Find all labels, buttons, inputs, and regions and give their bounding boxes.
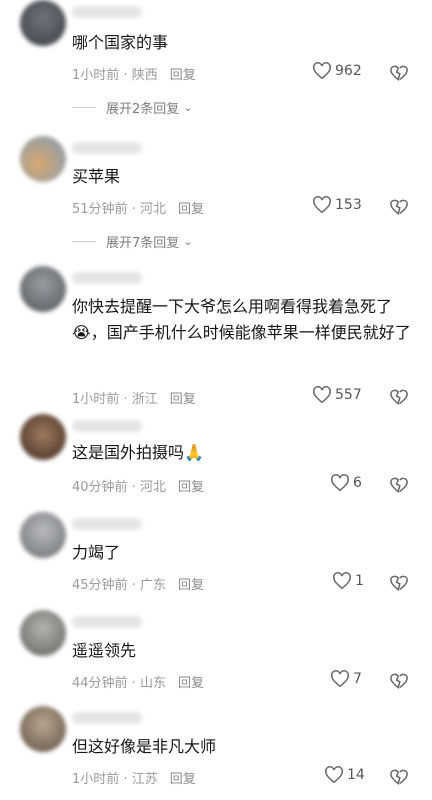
reply-button[interactable]: 回复 <box>178 202 204 217</box>
comment-text: 这是国外拍摄吗🙏 <box>72 443 204 462</box>
comment-text: 买苹果 <box>72 167 121 186</box>
avatar[interactable] <box>20 0 66 46</box>
avatar[interactable] <box>20 266 66 312</box>
reply-button[interactable]: 回复 <box>170 68 196 83</box>
meta-separator: · <box>127 480 140 495</box>
meta-separator: · <box>127 578 140 593</box>
heart-icon <box>313 196 331 214</box>
username[interactable] <box>72 616 142 628</box>
like-button[interactable]: 6 <box>330 474 362 492</box>
divider-line <box>72 107 96 108</box>
comment-text: 哪个国家的事 <box>72 33 169 52</box>
expand-replies-button[interactable]: 展开2条回复 ⌄ <box>72 98 193 117</box>
dislike-icon[interactable] <box>389 574 409 592</box>
avatar[interactable] <box>20 610 66 656</box>
like-count: 557 <box>335 387 362 403</box>
comment-text: 力竭了 <box>72 543 121 562</box>
like-button[interactable]: 962 <box>312 62 362 80</box>
comment-time: 44分钟前 <box>72 676 128 691</box>
expand-replies-button[interactable]: 展开7条回复 ⌄ <box>72 232 193 251</box>
comment-text: 但这好像是非凡大师 <box>72 737 217 756</box>
reply-button[interactable]: 回复 <box>178 480 204 495</box>
divider-line <box>72 241 96 242</box>
like-count: 1 <box>355 573 364 589</box>
comment-meta: 40分钟前 · 河北 回复 <box>72 476 204 495</box>
like-button[interactable]: 7 <box>330 670 362 688</box>
like-count: 6 <box>353 475 362 491</box>
like-button[interactable]: 557 <box>312 386 362 404</box>
like-button[interactable]: 14 <box>324 766 365 784</box>
comment-time: 51分钟前 <box>72 202 128 217</box>
avatar[interactable] <box>20 414 66 460</box>
dislike-icon[interactable] <box>389 476 409 494</box>
heart-icon <box>313 386 331 404</box>
heart-icon <box>331 474 349 492</box>
username[interactable] <box>72 272 142 284</box>
heart-icon <box>333 572 351 590</box>
like-count: 7 <box>353 671 362 687</box>
dislike-icon[interactable] <box>389 768 409 786</box>
comment-time: 45分钟前 <box>72 578 128 593</box>
dislike-icon[interactable] <box>389 388 409 406</box>
comment-location: 广东 <box>139 578 166 593</box>
reply-button[interactable]: 回复 <box>178 578 204 593</box>
like-count: 14 <box>347 767 365 783</box>
username[interactable] <box>72 518 142 530</box>
comment-text: 遥遥领先 <box>72 641 137 660</box>
dislike-icon[interactable] <box>389 64 409 82</box>
username[interactable] <box>72 420 142 432</box>
like-count: 153 <box>335 197 362 213</box>
avatar[interactable] <box>20 512 66 558</box>
comment-meta: 1小时前 · 江苏 回复 <box>72 768 196 787</box>
avatar[interactable] <box>20 706 66 752</box>
username[interactable] <box>72 142 142 154</box>
comment-time: 1小时前 <box>72 392 120 407</box>
comment-meta: 1小时前 · 浙江 回复 <box>72 388 196 407</box>
meta-separator: · <box>119 68 132 83</box>
comment-location: 山东 <box>139 676 166 691</box>
comment-time: 1小时前 <box>72 68 120 83</box>
expand-replies-label: 展开7条回复 <box>106 236 180 251</box>
meta-separator: · <box>119 772 132 787</box>
chevron-down-icon: ⌄ <box>183 101 193 114</box>
comment-location: 陕西 <box>131 68 158 83</box>
comment-meta: 44分钟前 · 山东 回复 <box>72 672 204 691</box>
heart-icon <box>313 62 331 80</box>
heart-icon <box>331 670 349 688</box>
like-button[interactable]: 153 <box>312 196 362 214</box>
expand-replies-label: 展开2条回复 <box>106 102 180 117</box>
comment-location: 江苏 <box>131 772 158 787</box>
username[interactable] <box>72 712 142 724</box>
comment-text: 你快去提醒一下大爷怎么用啊看得我着急死了😭，国产手机什么时候能像苹果一样便民就好… <box>72 297 411 342</box>
comment-location: 河北 <box>139 480 166 495</box>
comment-time: 40分钟前 <box>72 480 128 495</box>
like-button[interactable]: 1 <box>332 572 364 590</box>
reply-button[interactable]: 回复 <box>170 772 196 787</box>
chevron-down-icon: ⌄ <box>183 235 193 248</box>
comment-location: 浙江 <box>131 392 158 407</box>
comment-meta: 51分钟前 · 河北 回复 <box>72 198 204 217</box>
avatar[interactable] <box>20 136 66 182</box>
dislike-icon[interactable] <box>389 672 409 690</box>
heart-icon <box>325 766 343 784</box>
like-count: 962 <box>335 63 362 79</box>
meta-separator: · <box>119 392 132 407</box>
username[interactable] <box>72 6 142 18</box>
comment-location: 河北 <box>139 202 166 217</box>
reply-button[interactable]: 回复 <box>178 676 204 691</box>
meta-separator: · <box>127 676 140 691</box>
comment-meta: 45分钟前 · 广东 回复 <box>72 574 204 593</box>
comment-time: 1小时前 <box>72 772 120 787</box>
reply-button[interactable]: 回复 <box>170 392 196 407</box>
dislike-icon[interactable] <box>389 198 409 216</box>
comment-meta: 1小时前 · 陕西 回复 <box>72 64 196 83</box>
meta-separator: · <box>127 202 140 217</box>
